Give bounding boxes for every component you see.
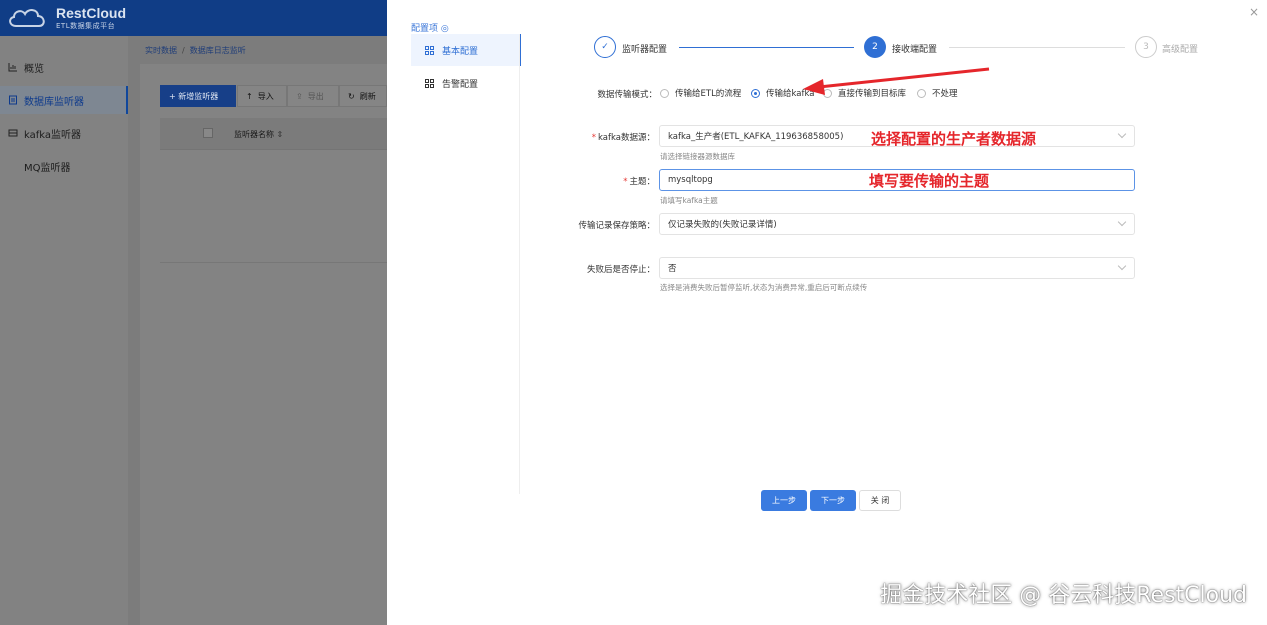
logo-subtitle: ETL数据集成平台 — [56, 22, 116, 30]
sidebar-item-db-listener[interactable]: 数据库监听器 — [0, 86, 128, 114]
policy-value: 仅记录失败的(失败记录详情) — [668, 220, 777, 230]
sidebar-item-overview[interactable]: 概览 — [0, 53, 128, 81]
sidebar-item-kafka[interactable]: kafka监听器 — [0, 119, 128, 147]
breadcrumb: 实时数据 / 数据库日志监听 — [145, 45, 246, 56]
sidebar-item-mq[interactable]: MQ监听器 — [0, 152, 128, 180]
cloud-logo-icon — [9, 9, 45, 27]
target-icon: ◎ — [440, 24, 449, 34]
step-2-number: 2 — [864, 36, 886, 58]
kafka-icon — [8, 128, 18, 138]
close-button[interactable]: 关 闭 — [859, 490, 901, 511]
config-menu-label: 告警配置 — [442, 79, 479, 90]
sidebar-item-label: kafka监听器 — [24, 129, 82, 141]
sidebar-item-label: MQ监听器 — [24, 162, 71, 174]
step-1-label: 监听器配置 — [622, 45, 668, 55]
grid-icon — [425, 78, 434, 88]
step-3-label: 高级配置 — [1162, 45, 1199, 55]
refresh-button[interactable]: ↻ 刷新 — [339, 85, 387, 107]
sidebar-item-label: 概览 — [24, 63, 44, 75]
policy-select[interactable]: 仅记录失败的(失败记录详情) — [659, 213, 1135, 235]
sidebar: 概览 数据库监听器 kafka监听器 MQ监听器 — [0, 36, 128, 625]
breadcrumb-item[interactable]: 实时数据 — [145, 46, 177, 55]
mq-icon — [8, 161, 18, 171]
radio-icon — [823, 88, 832, 98]
import-label: 导入 — [257, 91, 274, 101]
column-header-label: 监听器名称 — [234, 130, 274, 139]
radio-selected-icon — [751, 88, 760, 98]
refresh-label: 刷新 — [359, 91, 376, 101]
kafka-source-label: * kafka数据源： — [577, 131, 655, 143]
watermark: 掘金技术社区 @ 谷云科技RestCloud — [880, 583, 1247, 608]
chevron-down-icon — [1117, 261, 1127, 271]
mode-option-target-db[interactable]: 直接传输到目标库 — [823, 87, 906, 99]
stop-hint: 选择是消费失败后暂停监听,状态为消费异常,重启后可断点续传 — [660, 283, 868, 292]
divider — [519, 34, 520, 494]
topic-value: mysqltopg — [668, 175, 713, 185]
import-button[interactable]: ↑ 导入 — [237, 85, 287, 107]
topic-label-text: 主题： — [629, 177, 655, 187]
step-1-check-icon: ✓ — [594, 36, 616, 58]
kafka-source-hint: 请选择链接器源数据库 — [660, 152, 735, 161]
config-menu-label: 基本配置 — [442, 46, 479, 57]
sort-icon: ⇕ — [276, 130, 284, 139]
step-connector — [949, 47, 1125, 48]
list-icon — [8, 95, 18, 105]
close-icon[interactable]: × — [1249, 5, 1259, 19]
config-menu-alert[interactable]: 告警配置 — [411, 67, 521, 99]
refresh-icon: ↻ — [348, 91, 355, 101]
required-mark: * — [623, 177, 628, 187]
export-icon: ⇪ — [296, 91, 303, 101]
divider — [160, 262, 387, 263]
required-mark: * — [591, 133, 597, 143]
breadcrumb-separator: / — [182, 46, 185, 55]
prev-step-button[interactable]: 上一步 — [761, 490, 807, 511]
config-drawer: × 配置项 ◎ 基本配置 告警配置 ✓ 监听器配置 2 接收端配置 3 高级配置… — [387, 0, 1267, 625]
background-app: RestCloud ETL数据集成平台 概览 数据库监听器 kafka监听器 M… — [0, 0, 387, 625]
config-heading: 配置项 ◎ — [411, 21, 449, 34]
step-2-label: 接收端配置 — [892, 45, 938, 55]
breadcrumb-item: 数据库日志监听 — [189, 46, 246, 55]
radio-icon — [917, 88, 926, 98]
mode-option-etl[interactable]: 传输给ETL的流程 — [660, 87, 741, 99]
radio-label: 直接传输到目标库 — [838, 89, 907, 99]
radio-label: 传输给kafka — [766, 89, 815, 99]
kafka-source-value: kafka_生产者(ETL_KAFKA_119636858005) — [668, 132, 844, 142]
select-all-checkbox[interactable] — [203, 128, 213, 138]
mode-label: 数据传输模式： — [597, 90, 657, 100]
annotation-topic: 填写要传输的主题 — [869, 172, 990, 190]
chevron-down-icon — [1117, 217, 1127, 227]
mode-option-none[interactable]: 不处理 — [917, 87, 958, 99]
stop-select[interactable]: 否 — [659, 257, 1135, 279]
stop-value: 否 — [668, 264, 677, 274]
new-listener-button[interactable]: + 新增监听器 — [160, 85, 236, 107]
config-menu-basic[interactable]: 基本配置 — [411, 34, 521, 66]
kafka-source-label-text: kafka数据源： — [598, 133, 655, 143]
topic-label: * 主题： — [577, 175, 655, 187]
grid-icon — [425, 45, 434, 55]
mode-option-kafka[interactable]: 传输给kafka — [751, 87, 814, 99]
next-step-button[interactable]: 下一步 — [810, 490, 856, 511]
annotation-source: 选择配置的生产者数据源 — [871, 130, 1037, 148]
top-bar: RestCloud ETL数据集成平台 — [0, 0, 387, 36]
radio-icon — [660, 88, 669, 98]
radio-label: 不处理 — [932, 89, 958, 99]
upload-arrow-icon: ↑ — [246, 91, 253, 101]
step-3-number: 3 — [1135, 36, 1157, 58]
chevron-down-icon — [1117, 129, 1127, 139]
config-menu: 基本配置 告警配置 — [411, 34, 521, 100]
logo: RestCloud ETL数据集成平台 — [6, 4, 126, 32]
chart-icon — [8, 62, 18, 72]
export-button[interactable]: ⇪ 导出 — [287, 85, 339, 107]
column-header-name[interactable]: 监听器名称 ⇕ — [234, 129, 283, 140]
policy-label: 传输记录保存策略： — [578, 221, 655, 231]
config-heading-label: 配置项 — [411, 24, 439, 34]
stop-label: 失败后是否停止： — [586, 265, 655, 275]
radio-label: 传输给ETL的流程 — [675, 89, 742, 99]
step-connector — [679, 47, 854, 48]
logo-title: RestCloud — [56, 5, 126, 21]
export-label: 导出 — [307, 91, 324, 101]
sidebar-item-label: 数据库监听器 — [24, 96, 84, 108]
topic-hint: 请填写kafka主题 — [660, 196, 718, 205]
